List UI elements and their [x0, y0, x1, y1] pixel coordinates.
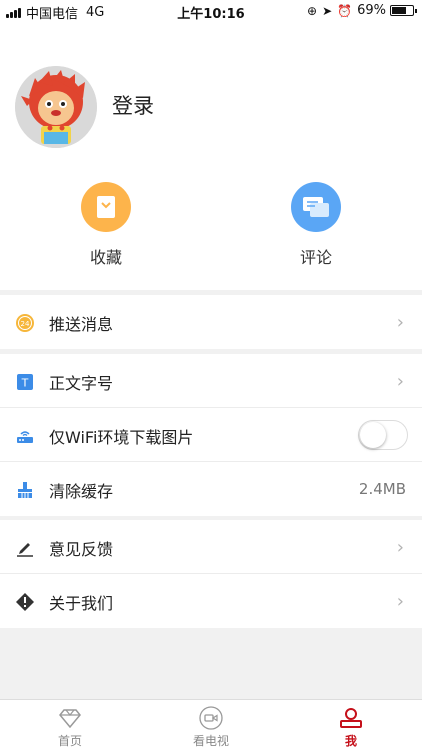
login-button[interactable]: 登录 — [112, 90, 154, 120]
push-messages-row[interactable]: 24 推送消息 › — [0, 295, 422, 349]
font-icon-text: T — [21, 377, 29, 390]
font-size-label: 正文字号 — [49, 374, 114, 393]
tab-me-label: 我 — [344, 734, 357, 748]
rotation-lock-icon: ⊕ — [307, 3, 318, 18]
settings-group-push: 24 推送消息 › — [0, 295, 422, 349]
cache-size-value: 2.4MB — [358, 480, 406, 498]
avatar[interactable] — [15, 66, 97, 148]
tab-tv[interactable]: 看电视 — [171, 706, 251, 749]
feedback-label: 意见反馈 — [49, 540, 114, 559]
battery-icon — [390, 5, 417, 16]
font-size-row[interactable]: T 正文字号 › — [0, 354, 422, 408]
chevron-right-icon: › — [396, 537, 404, 558]
text-size-icon: T — [17, 374, 33, 390]
tab-bar: 首页 看电视 我 — [0, 699, 422, 750]
feedback-row[interactable]: 意见反馈 › — [0, 520, 422, 574]
favorites-label: 收藏 — [89, 248, 122, 267]
status-right: ⊕ ➤ ⏰ 69% — [307, 3, 417, 18]
broom-icon — [18, 482, 32, 498]
info-diamond-icon — [16, 593, 34, 611]
clear-cache-label: 清除缓存 — [49, 482, 114, 501]
push-icon-text: 24 — [21, 320, 30, 328]
push-messages-label: 推送消息 — [49, 315, 114, 334]
tab-me[interactable]: 我 — [311, 706, 391, 749]
chevron-right-icon: › — [396, 312, 404, 333]
favorites-button[interactable]: 收藏 — [46, 182, 166, 268]
settings-group-about: 意见反馈 › 关于我们 › — [0, 520, 422, 628]
comment-icon — [291, 182, 341, 232]
user-icon — [311, 706, 391, 730]
comments-label: 评论 — [299, 248, 332, 267]
status-bar: 中国电信 4G 上午10:16 ⊕ ➤ ⏰ 69% — [0, 0, 422, 22]
wifi-only-toggle[interactable] — [358, 420, 408, 450]
about-label: 关于我们 — [49, 594, 114, 613]
clear-cache-row[interactable]: 清除缓存 2.4MB — [0, 462, 422, 516]
video-camera-icon — [171, 706, 251, 730]
tab-home-label: 首页 — [57, 734, 82, 748]
settings-group-display: T 正文字号 › 仅WiFi环境下载图片 清除缓存 2.4MB — [0, 354, 422, 516]
battery-percent: 69% — [357, 3, 386, 18]
location-icon: ➤ — [322, 3, 333, 18]
toggle-knob — [360, 422, 386, 448]
alarm-icon: ⏰ — [337, 3, 353, 18]
router-icon — [17, 431, 33, 443]
chevron-right-icon: › — [396, 591, 404, 612]
comments-button[interactable]: 评论 — [256, 182, 376, 268]
push-24-icon: 24 — [16, 314, 34, 332]
wifi-only-label: 仅WiFi环境下载图片 — [49, 428, 194, 447]
bookmark-icon — [81, 182, 131, 232]
lion-mascot-icon — [15, 66, 97, 148]
profile-card: 登录 收藏 评论 — [0, 22, 422, 290]
diamond-icon — [30, 706, 110, 730]
wifi-only-row: 仅WiFi环境下载图片 — [0, 408, 422, 462]
tab-home[interactable]: 首页 — [30, 706, 110, 749]
chevron-right-icon: › — [396, 371, 404, 392]
about-row[interactable]: 关于我们 › — [0, 574, 422, 628]
pencil-icon — [17, 543, 33, 557]
tab-tv-label: 看电视 — [192, 734, 229, 748]
